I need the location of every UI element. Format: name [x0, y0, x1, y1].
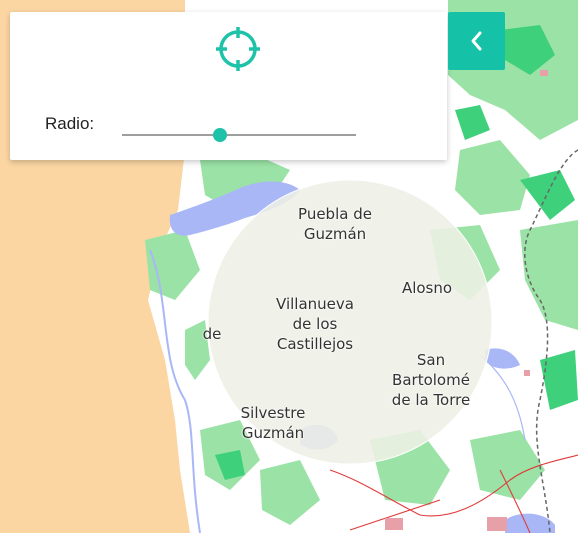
slider-thumb[interactable]	[213, 128, 228, 142]
collapse-panel-button[interactable]	[448, 12, 505, 70]
radius-slider[interactable]	[122, 124, 356, 144]
place-puebla-de-guzman: Puebla de Guzmán	[298, 205, 372, 243]
chevron-left-icon	[471, 31, 482, 51]
place-silvestre-guzman: Silvestre Guzmán	[240, 404, 306, 442]
place-villanueva-de-los-castillejos: Villanueva de los Castillejos	[276, 295, 354, 353]
locate-button[interactable]	[215, 26, 261, 72]
radius-panel: Radio:	[10, 12, 447, 160]
crosshair-icon	[216, 27, 260, 71]
slider-track	[122, 134, 356, 136]
place-partial-label: de	[202, 325, 222, 343]
place-alosno: Alosno	[401, 279, 453, 297]
place-san-bartolome-de-la-torre: San Bartolomé de la Torre	[391, 351, 471, 409]
radio-label: Radio:	[45, 114, 95, 133]
